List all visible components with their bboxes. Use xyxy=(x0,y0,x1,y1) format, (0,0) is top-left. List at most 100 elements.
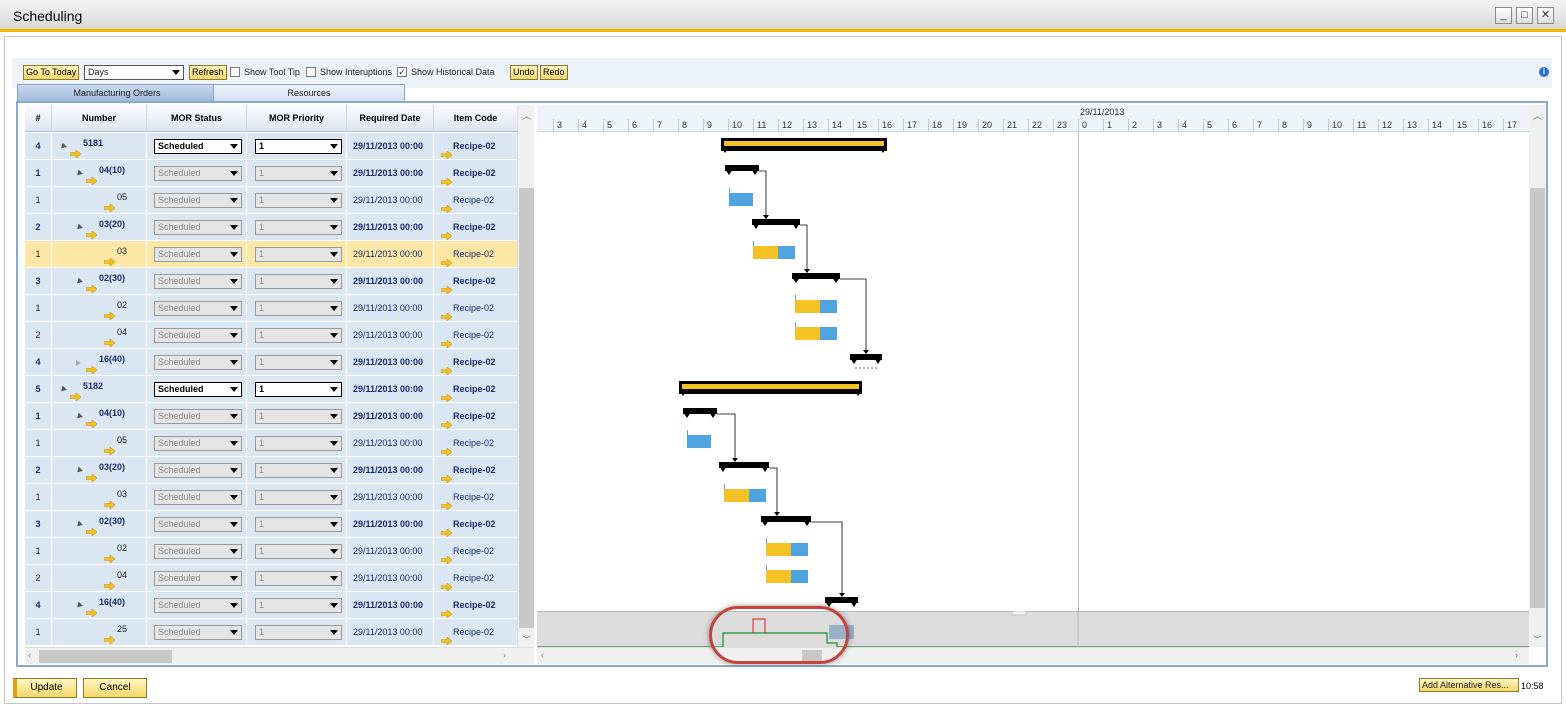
mor-status-select[interactable]: Scheduled xyxy=(154,166,242,181)
task-bar-blue[interactable] xyxy=(820,300,837,313)
table-row[interactable]: 1 05 Scheduled 1 29/11/2013 00:00 Recipe-02 xyxy=(25,187,517,214)
update-button[interactable]: Update xyxy=(13,678,77,698)
column-header-number[interactable]: Number xyxy=(52,105,147,132)
summary-bar-cap[interactable] xyxy=(850,601,858,607)
mor-status-select[interactable]: Scheduled xyxy=(154,571,242,586)
gantt-vertical-scrollbar[interactable]: ︿ ﹀ xyxy=(1529,105,1546,647)
mor-status-select[interactable]: Scheduled xyxy=(154,328,242,343)
expand-open-icon[interactable] xyxy=(75,223,83,232)
grid-horizontal-scrollbar[interactable]: ‹ › xyxy=(25,647,534,664)
mor-priority-select[interactable]: 1 xyxy=(255,355,342,370)
mor-status-select[interactable]: Scheduled xyxy=(154,382,242,397)
dependency-link[interactable] xyxy=(759,170,767,215)
table-row[interactable]: 2 03(20) Scheduled 1 29/11/2013 00:00 Recipe-… xyxy=(25,457,517,484)
task-bar-blue[interactable] xyxy=(729,193,753,206)
summary-bar-progress[interactable] xyxy=(682,384,859,389)
scroll-up-icon[interactable]: ︿ xyxy=(522,109,531,122)
task-bar-yellow[interactable] xyxy=(795,300,820,313)
column-header-item-code[interactable]: Item Code xyxy=(434,105,517,132)
show-historical-data-checkbox[interactable]: ✓ xyxy=(397,67,407,77)
mor-status-select[interactable]: Scheduled xyxy=(154,544,242,559)
task-bar-blue[interactable] xyxy=(820,327,837,340)
tab-resources[interactable]: Resources xyxy=(213,84,405,102)
scroll-right-icon[interactable]: › xyxy=(503,650,506,660)
mor-priority-select[interactable]: 1 xyxy=(255,139,342,154)
summary-bar-cap[interactable] xyxy=(761,466,769,472)
cancel-button[interactable]: Cancel xyxy=(83,678,147,698)
summary-bar-cap[interactable] xyxy=(792,277,800,283)
go-to-today-button[interactable]: Go To Today xyxy=(23,65,80,80)
mor-status-select[interactable]: Scheduled xyxy=(154,490,242,505)
summary-bar-cap[interactable] xyxy=(725,169,733,175)
table-row[interactable]: 1 03 Scheduled 1 29/11/2013 00:00 Recipe-02 xyxy=(25,241,517,268)
summary-bar[interactable] xyxy=(761,516,811,522)
summary-bar-cap[interactable] xyxy=(850,358,858,364)
table-row[interactable]: 1 03 Scheduled 1 29/11/2013 00:00 Recipe-02 xyxy=(25,484,517,511)
mor-priority-select[interactable]: 1 xyxy=(255,436,342,451)
table-row[interactable]: 3 02(30) Scheduled 1 29/11/2013 00:00 Recipe-… xyxy=(25,268,517,295)
expand-open-icon[interactable] xyxy=(75,169,83,178)
mor-status-select[interactable]: Scheduled xyxy=(154,517,242,532)
mor-priority-select[interactable]: 1 xyxy=(255,247,342,262)
dependency-link[interactable] xyxy=(811,521,843,593)
dependency-arrow[interactable] xyxy=(732,458,738,462)
task-bar-marker[interactable] xyxy=(766,538,767,543)
table-row[interactable]: 2 03(20) Scheduled 1 29/11/2013 00:00 Recipe-… xyxy=(25,214,517,241)
task-bar-marker[interactable] xyxy=(753,241,754,246)
mor-status-select[interactable]: Scheduled xyxy=(154,355,242,370)
mor-status-select[interactable]: Scheduled xyxy=(154,193,242,208)
mor-status-select[interactable]: Scheduled xyxy=(154,409,242,424)
task-bar-marker[interactable] xyxy=(766,565,767,570)
column-header-index[interactable]: # xyxy=(25,105,52,132)
mor-status-select[interactable]: Scheduled xyxy=(154,247,242,262)
mor-priority-select[interactable]: 1 xyxy=(255,463,342,478)
expand-open-icon[interactable] xyxy=(75,466,83,475)
summary-bar-cap[interactable] xyxy=(874,358,882,364)
table-row[interactable]: 3 02(30) Scheduled 1 29/11/2013 00:00 Recipe-… xyxy=(25,511,517,538)
mor-priority-select[interactable]: 1 xyxy=(255,328,342,343)
close-button[interactable]: ✕ xyxy=(1537,7,1554,24)
mor-status-select[interactable]: Scheduled xyxy=(154,274,242,289)
expand-open-icon[interactable] xyxy=(75,277,83,286)
dependency-arrow[interactable] xyxy=(863,350,869,354)
column-header-mor-priority[interactable]: MOR Priority xyxy=(247,105,347,132)
summary-bar-cap[interactable] xyxy=(792,223,800,229)
mor-priority-select[interactable]: 1 xyxy=(255,274,342,289)
task-bar-yellow[interactable] xyxy=(766,570,791,583)
gantt-scroll-right-icon[interactable]: › xyxy=(1515,650,1518,660)
task-bar-blue[interactable] xyxy=(687,435,711,448)
mor-priority-select[interactable]: 1 xyxy=(255,409,342,424)
task-bar-blue[interactable] xyxy=(778,246,795,259)
task-bar-marker[interactable] xyxy=(729,188,730,193)
mor-priority-select[interactable]: 1 xyxy=(255,598,342,613)
task-bar-marker[interactable] xyxy=(687,430,688,435)
mor-status-select[interactable]: Scheduled xyxy=(154,139,242,154)
mor-priority-select[interactable]: 1 xyxy=(255,571,342,586)
table-row[interactable]: 2 04 Scheduled 1 29/11/2013 00:00 Recipe-02 xyxy=(25,322,517,349)
table-row[interactable]: 5 5182 Scheduled 1 29/11/2013 00:00 Recipe-02 xyxy=(25,376,517,403)
gantt-scroll-down-icon[interactable]: ﹀ xyxy=(1533,633,1542,646)
mor-status-select[interactable]: Scheduled xyxy=(154,301,242,316)
dependency-link[interactable] xyxy=(800,224,808,269)
view-select[interactable]: Days xyxy=(84,65,184,80)
undo-button[interactable]: Undo xyxy=(510,65,538,80)
show-interuptions-checkbox[interactable] xyxy=(306,67,316,77)
summary-bar-progress[interactable] xyxy=(724,141,884,146)
mor-status-select[interactable]: Scheduled xyxy=(154,436,242,451)
expand-open-icon[interactable] xyxy=(59,142,67,151)
gantt-horizontal-scrollbar[interactable]: ‹ › xyxy=(537,647,1529,664)
show-tool-tip-checkbox[interactable] xyxy=(230,67,240,77)
table-row[interactable]: 2 04 Scheduled 1 29/11/2013 00:00 Recipe-02 xyxy=(25,565,517,592)
mor-priority-select[interactable]: 1 xyxy=(255,517,342,532)
mor-priority-select[interactable]: 1 xyxy=(255,382,342,397)
dependency-arrow[interactable] xyxy=(763,215,769,219)
task-bar-marker[interactable] xyxy=(724,484,725,489)
mor-priority-select[interactable]: 1 xyxy=(255,193,342,208)
expand-open-icon[interactable] xyxy=(59,385,67,394)
dependency-link[interactable] xyxy=(717,413,736,458)
gantt-scroll-up-icon[interactable]: ︿ xyxy=(1533,109,1542,122)
grid-vertical-scrollbar[interactable]: ︿ ﹀ xyxy=(517,105,534,647)
mor-priority-select[interactable]: 1 xyxy=(255,490,342,505)
table-row[interactable]: 1 04(10) Scheduled 1 29/11/2013 00:00 Recipe-… xyxy=(25,160,517,187)
mor-priority-select[interactable]: 1 xyxy=(255,625,342,640)
